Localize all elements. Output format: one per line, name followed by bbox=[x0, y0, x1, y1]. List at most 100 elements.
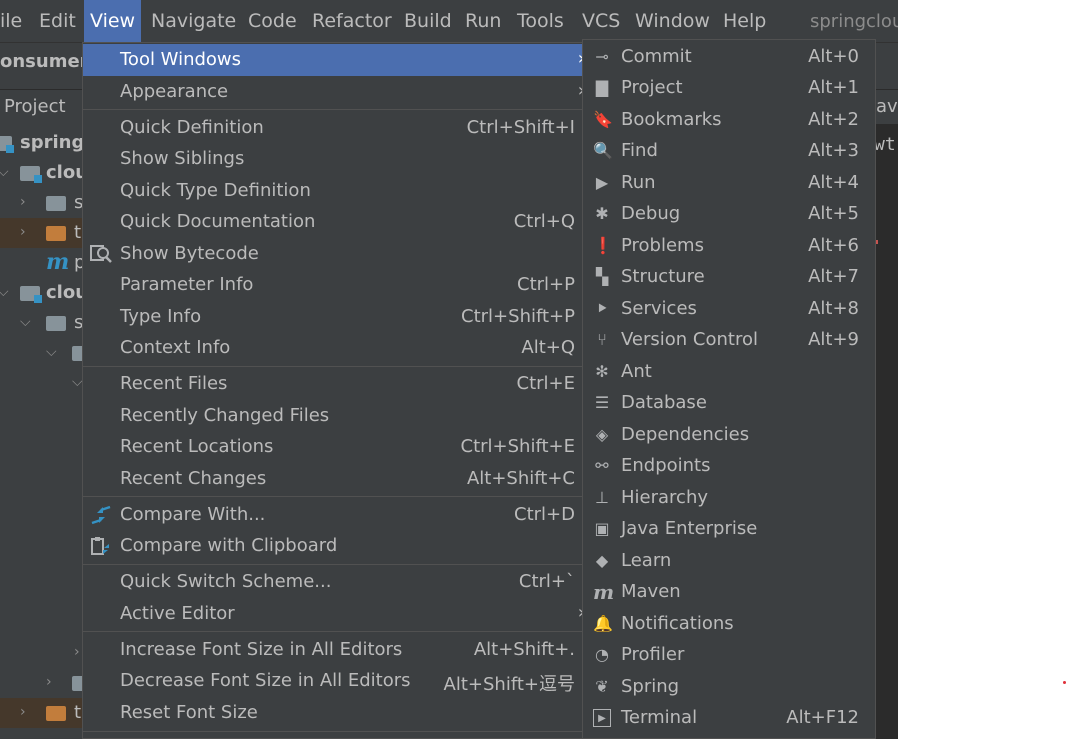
tree-row[interactable]: › t bbox=[0, 218, 84, 248]
menu-code[interactable]: Code bbox=[242, 0, 303, 42]
menu-item-ant[interactable]: ✻ Ant bbox=[583, 357, 875, 388]
tree-row[interactable]: › s bbox=[0, 188, 84, 218]
menu-item-hierarchy[interactable]: ⊥ Hierarchy bbox=[583, 483, 875, 514]
menu-item-debug[interactable]: ✱ Debug Alt+5 bbox=[583, 199, 875, 230]
menu-file[interactable]: ile bbox=[0, 0, 28, 42]
menu-item-show-siblings[interactable]: Show Siblings bbox=[83, 143, 589, 175]
menu-item-shortcut: Alt+7 bbox=[808, 266, 859, 287]
menu-item-tool-windows[interactable]: Tool Windows › bbox=[83, 44, 589, 76]
menu-item-active-editor[interactable]: Active Editor › bbox=[83, 598, 589, 630]
menu-item-notifications[interactable]: 🔔 Notifications bbox=[583, 609, 875, 640]
menu-item-label: Recent Locations bbox=[120, 436, 274, 457]
menu-item-recent-files[interactable]: Recent Files Ctrl+E bbox=[83, 368, 589, 400]
code-text: wt bbox=[874, 134, 896, 155]
menu-item-decrease-font-size[interactable]: Decrease Font Size in All Editors Alt+Sh… bbox=[83, 665, 589, 697]
tree-row[interactable]: ⌵ clou bbox=[0, 158, 88, 188]
menu-item-maven[interactable]: m Maven bbox=[583, 577, 875, 608]
menu-item-bookmarks[interactable]: 🔖 Bookmarks Alt+2 bbox=[583, 105, 875, 136]
chevron-right-icon[interactable]: › bbox=[46, 674, 52, 690]
stray-dot bbox=[1063, 681, 1066, 684]
chevron-right-icon[interactable]: › bbox=[20, 224, 26, 240]
tree-row[interactable]: › bbox=[0, 668, 92, 698]
menu-item-reset-font-size[interactable]: Reset Font Size bbox=[83, 697, 589, 729]
chevron-right-icon[interactable]: › bbox=[74, 644, 80, 660]
menu-item-database[interactable]: ☰ Database bbox=[583, 388, 875, 419]
tree-row[interactable]: › bbox=[0, 638, 84, 668]
tree-label: t bbox=[74, 702, 82, 723]
menu-item-label: Context Info bbox=[120, 337, 231, 358]
menu-item-run[interactable]: ▶ Run Alt+4 bbox=[583, 168, 875, 199]
menu-item-find[interactable]: 🔍 Find Alt+3 bbox=[583, 136, 875, 167]
menu-item-parameter-info[interactable]: Parameter Info Ctrl+P bbox=[83, 269, 589, 301]
menu-navigate[interactable]: Navigate bbox=[145, 0, 242, 42]
tree-row[interactable]: › t bbox=[0, 698, 84, 728]
chevron-right-icon[interactable]: › bbox=[20, 704, 26, 720]
menu-item-quick-definition[interactable]: Quick Definition Ctrl+Shift+I bbox=[83, 112, 589, 144]
module-folder-icon bbox=[0, 136, 14, 153]
menu-item-java-enterprise[interactable]: ▣ Java Enterprise bbox=[583, 514, 875, 545]
code-fragment[interactable]: wt; bbox=[874, 134, 898, 155]
project-panel-title[interactable]: Project bbox=[4, 96, 66, 117]
menu-view[interactable]: View bbox=[84, 0, 142, 42]
menu-tools[interactable]: Tools bbox=[511, 0, 570, 42]
chevron-right-icon[interactable]: › bbox=[20, 194, 26, 210]
tree-row[interactable]: ⌵ clou bbox=[0, 278, 88, 308]
tree-row[interactable]: springc bbox=[0, 128, 95, 158]
menu-item-profiler[interactable]: ◔ Profiler bbox=[583, 640, 875, 671]
menu-item-spring[interactable]: ❦ Spring bbox=[583, 672, 875, 703]
menu-item-quick-switch-scheme[interactable]: Quick Switch Scheme... Ctrl+` bbox=[83, 566, 589, 598]
menu-item-recently-changed-files[interactable]: Recently Changed Files bbox=[83, 400, 589, 432]
menu-item-quick-documentation[interactable]: Quick Documentation Ctrl+Q bbox=[83, 206, 589, 238]
menu-item-context-info[interactable]: Context Info Alt+Q bbox=[83, 332, 589, 364]
menu-item-shortcut: Alt+Shift+逗号 bbox=[443, 674, 575, 695]
tree-row[interactable]: ⌵ bbox=[0, 368, 84, 398]
menu-help[interactable]: Help bbox=[717, 0, 772, 42]
menu-item-endpoints[interactable]: ⚯ Endpoints bbox=[583, 451, 875, 482]
menu-item-shortcut: Ctrl+D bbox=[514, 504, 575, 525]
menu-item-compare-with[interactable]: Compare With... Ctrl+D bbox=[83, 499, 589, 531]
menu-item-label: Show Bytecode bbox=[120, 243, 259, 264]
problems-icon: ❗ bbox=[593, 236, 613, 255]
menu-vcs[interactable]: VCS bbox=[576, 0, 626, 42]
editor-tab[interactable]: ava bbox=[874, 90, 898, 124]
menu-item-recent-changes[interactable]: Recent Changes Alt+Shift+C bbox=[83, 463, 589, 495]
menu-item-project[interactable]: ▇ Project Alt+1 bbox=[583, 73, 875, 104]
window-title: springclou bbox=[810, 11, 898, 32]
menu-item-learn[interactable]: ◆ Learn bbox=[583, 546, 875, 577]
tree-row[interactable]: ⌵ bbox=[0, 338, 92, 368]
menu-item-increase-font-size[interactable]: Increase Font Size in All Editors Alt+Sh… bbox=[83, 634, 589, 666]
menu-item-dependencies[interactable]: ◈ Dependencies bbox=[583, 420, 875, 451]
menu-item-appearance[interactable]: Appearance › bbox=[83, 76, 589, 108]
tree-row[interactable]: m p bbox=[0, 248, 85, 278]
menu-item-show-bytecode[interactable]: Show Bytecode bbox=[83, 238, 589, 270]
menu-item-label: Quick Switch Scheme... bbox=[120, 571, 332, 592]
branch-icon: ⑂ bbox=[597, 330, 607, 349]
menu-item-structure[interactable]: ▚ Structure Alt+7 bbox=[583, 262, 875, 293]
menu-item-problems[interactable]: ❗ Problems Alt+6 bbox=[583, 231, 875, 262]
menu-refactor[interactable]: Refactor bbox=[306, 0, 398, 42]
terminal-icon: ▶ bbox=[593, 709, 611, 727]
tree-row[interactable]: ⌵ s bbox=[0, 308, 84, 338]
folder-icon bbox=[46, 316, 66, 331]
chevron-down-icon[interactable]: ⌵ bbox=[20, 314, 31, 330]
menu-item-type-info[interactable]: Type Info Ctrl+Shift+P bbox=[83, 301, 589, 333]
chevron-down-icon[interactable]: ⌵ bbox=[0, 284, 9, 300]
menu-item-recent-locations[interactable]: Recent Locations Ctrl+Shift+E bbox=[83, 431, 589, 463]
menu-edit[interactable]: Edit bbox=[33, 0, 82, 42]
menu-item-quick-type-definition[interactable]: Quick Type Definition bbox=[83, 175, 589, 207]
menu-window[interactable]: Window bbox=[629, 0, 716, 42]
menu-item-version-control[interactable]: ⑂ Version Control Alt+9 bbox=[583, 325, 875, 356]
menu-item-terminal[interactable]: ▶ Terminal Alt+F12 bbox=[583, 703, 875, 734]
menu-item-compare-with-clipboard[interactable]: Compare with Clipboard bbox=[83, 530, 589, 562]
spring-leaf-icon: ❦ bbox=[595, 677, 609, 696]
menu-item-services[interactable]: ⯈ Services Alt+8 bbox=[583, 294, 875, 325]
menu-item-commit[interactable]: ⊸ Commit Alt+0 bbox=[583, 42, 875, 73]
run-icon: ▶ bbox=[595, 173, 609, 192]
menu-build[interactable]: Build bbox=[398, 0, 458, 42]
menu-run[interactable]: Run bbox=[459, 0, 507, 42]
menu-item-shortcut: Alt+6 bbox=[808, 235, 859, 256]
chevron-down-icon[interactable]: ⌵ bbox=[0, 164, 9, 180]
menu-item-label: Learn bbox=[621, 550, 672, 571]
structure-icon: ▚ bbox=[595, 267, 609, 286]
chevron-down-icon[interactable]: ⌵ bbox=[46, 344, 57, 360]
